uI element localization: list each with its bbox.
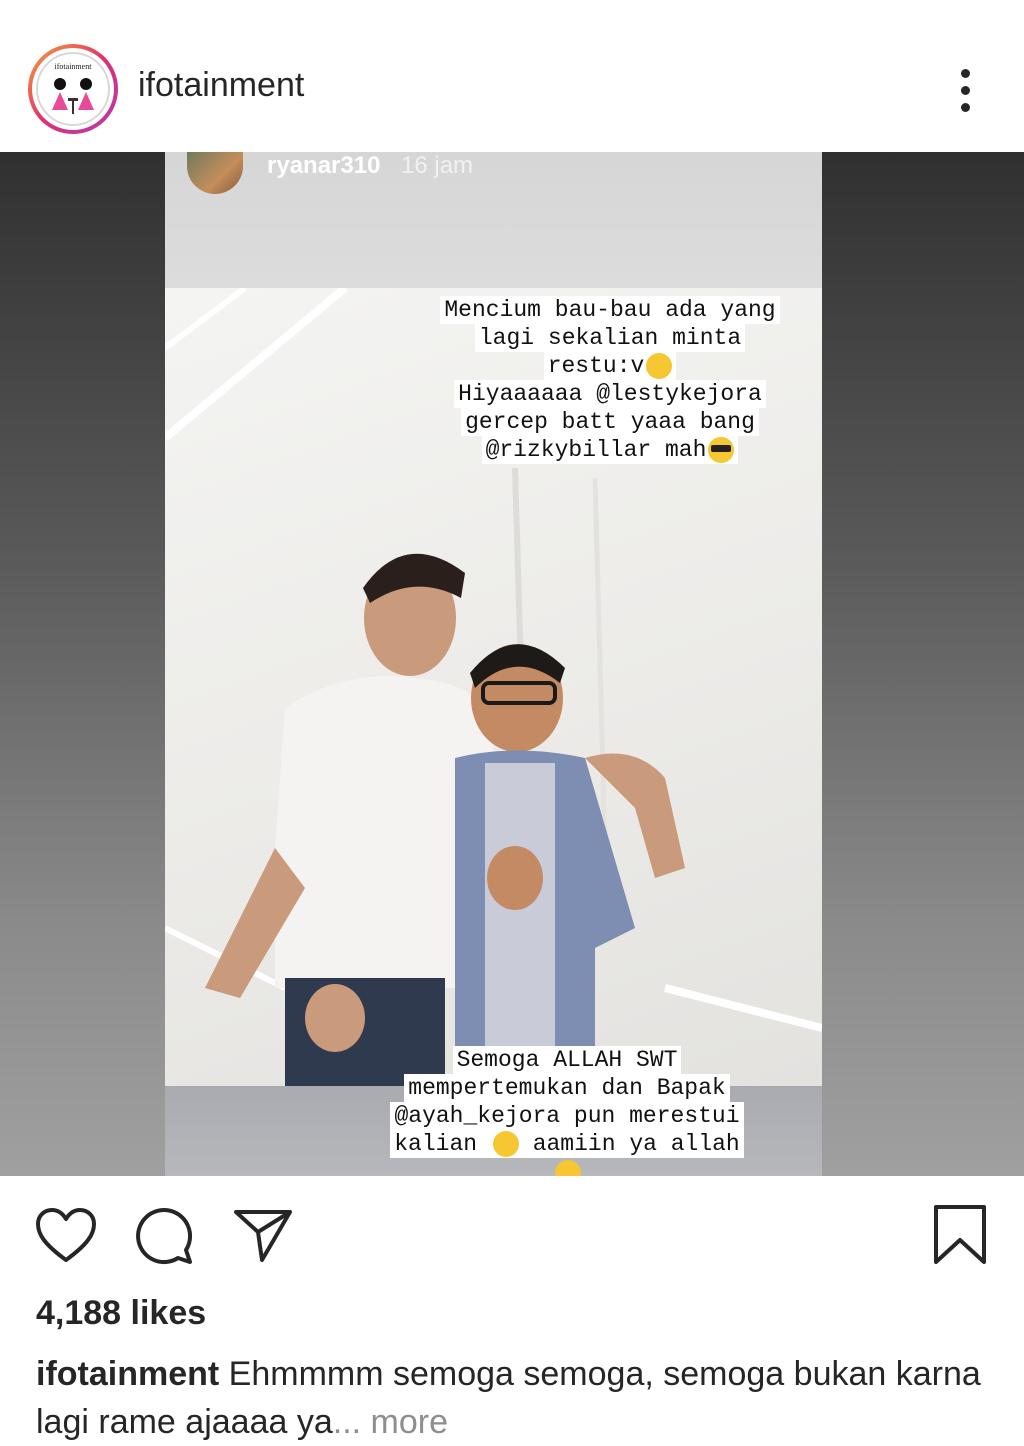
caption-line: gercep batt yaaa bang [461, 408, 759, 436]
caption-line: Semoga ALLAH SWT [452, 1046, 682, 1074]
caption-line: restu:v [547, 353, 645, 379]
likes-count[interactable]: 4,188 likes [36, 1294, 206, 1333]
story-username: ryanar310 [267, 152, 381, 179]
comment-icon[interactable] [134, 1206, 196, 1266]
post-image[interactable]: ryanar310 16 jam Mencium bau-bau ada yan… [0, 152, 1024, 1176]
more-vertical-icon[interactable] [950, 64, 980, 114]
post-caption: ifotainment Ehmmmm semoga semoga, semoga… [36, 1350, 996, 1446]
caption-username[interactable]: ifotainment [36, 1355, 219, 1393]
story-screenshot: ryanar310 16 jam Mencium bau-bau ada yan… [165, 152, 822, 1176]
action-bar [0, 1176, 1024, 1296]
ifotainment-logo: ifotainment [36, 52, 110, 126]
sunglasses-emoji-icon [708, 436, 735, 463]
caption-line: lagi sekalian minta [474, 324, 746, 352]
caption-ellipsis: ... [332, 1403, 362, 1441]
story-top-caption: Mencium bau-bau ada yang lagi sekalian m… [415, 296, 805, 464]
caption-line: Mencium bau-bau ada yang [440, 296, 780, 324]
smiling-emoji-icon [646, 352, 673, 379]
header-username[interactable]: ifotainment [138, 66, 304, 105]
praying-hands-emoji-icon [555, 1160, 581, 1176]
caption-line: @rizkybillar mah [485, 437, 707, 463]
bookmark-icon[interactable] [932, 1204, 988, 1266]
grinning-emoji-icon [492, 1130, 519, 1157]
story-user-avatar [187, 152, 243, 194]
post-header: ifotainment ifotainment [0, 0, 1024, 152]
logo-illustration-icon: ifotainment [52, 62, 94, 114]
svg-text:ifotainment: ifotainment [55, 62, 93, 71]
story-bottom-caption: Semoga ALLAH SWT mempertemukan dan Bapak… [377, 1046, 757, 1176]
story-time: 16 jam [401, 152, 474, 179]
caption-line: kalian [394, 1131, 478, 1157]
heart-icon[interactable] [34, 1206, 98, 1266]
caption-line: Hiyaaaaaa @lestykejora [454, 380, 766, 408]
caption-line: aamiin ya allah [532, 1131, 740, 1157]
caption-line: @ayah_kejora pun merestui [390, 1102, 744, 1130]
profile-avatar[interactable]: ifotainment [28, 44, 118, 134]
share-icon[interactable] [232, 1206, 294, 1266]
more-link[interactable]: more [371, 1403, 448, 1441]
caption-line: mempertemukan dan Bapak [404, 1074, 730, 1102]
